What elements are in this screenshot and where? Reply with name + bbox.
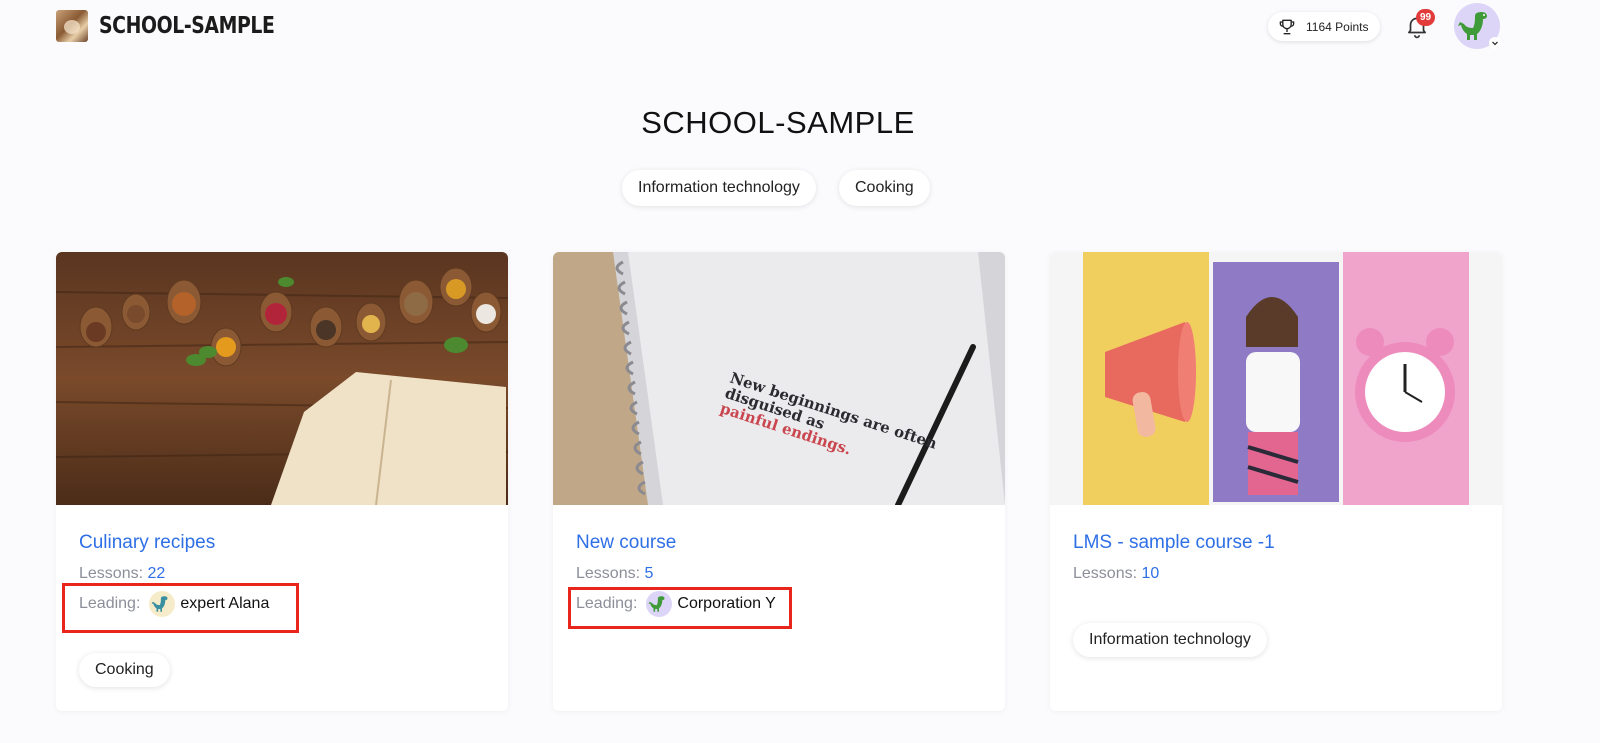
course-cover-image[interactable] (1050, 252, 1502, 505)
course-title[interactable]: Culinary recipes (79, 532, 215, 554)
lessons-label: Lessons: (1073, 565, 1138, 582)
trophy-icon (1279, 19, 1295, 34)
course-title[interactable]: LMS - sample course -1 (1073, 532, 1275, 554)
lessons-count: Lessons: 22 (79, 565, 165, 583)
notification-badge: 99 (1416, 9, 1435, 26)
lessons-number: 5 (644, 565, 654, 582)
highlight-box-leader-2 (568, 587, 792, 629)
course-card-new-course[interactable]: New beginnings are often disguised as pa… (553, 252, 1005, 711)
lessons-label: Lessons: (79, 565, 144, 582)
chevron-down-icon[interactable] (1489, 37, 1501, 49)
brand-name[interactable]: SCHOOL-SAMPLE (99, 13, 275, 39)
course-cover-image[interactable]: New beginnings are often disguised as pa… (553, 252, 1005, 505)
course-card-lms-sample[interactable]: LMS - sample course -1 Lessons: 10 Infor… (1050, 252, 1502, 711)
lessons-count: Lessons: 10 (1073, 565, 1159, 583)
filter-chip-information-technology[interactable]: Information technology (622, 170, 816, 206)
lessons-number: 22 (147, 565, 166, 582)
course-cover-image[interactable] (56, 252, 508, 505)
page-title: SCHOOL-SAMPLE (641, 105, 915, 140)
lessons-number: 10 (1141, 565, 1160, 582)
points-button[interactable]: 1164 Points (1268, 12, 1380, 41)
course-tag[interactable]: Information technology (1073, 623, 1267, 657)
course-title[interactable]: New course (576, 532, 676, 554)
filter-chip-cooking[interactable]: Cooking (839, 170, 930, 206)
top-header: SCHOOL-SAMPLE 1164 Points 99 (0, 0, 1600, 54)
course-tag[interactable]: Cooking (79, 653, 170, 687)
points-label: 1164 Points (1306, 19, 1369, 34)
highlight-box-leader-1 (62, 583, 299, 633)
school-logo[interactable] (56, 10, 88, 42)
course-card-culinary-recipes[interactable]: Culinary recipes Lessons: 22 Leading: ex… (56, 252, 508, 711)
lessons-label: Lessons: (576, 565, 641, 582)
lessons-count: Lessons: 5 (576, 565, 653, 583)
